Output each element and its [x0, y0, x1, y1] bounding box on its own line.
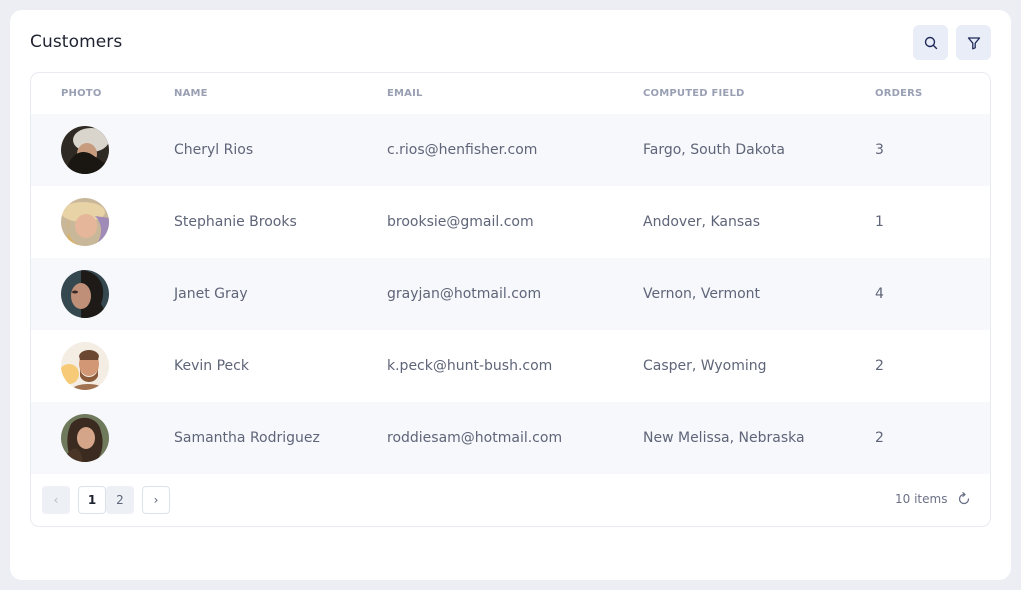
- customers-table: PHOTO NAME EMAIL COMPUTED FIELD ORDERS C…: [30, 72, 991, 527]
- customer-name: Samantha Rodriguez: [174, 430, 320, 446]
- orders-count: 2: [875, 358, 884, 374]
- customer-name: Janet Gray: [174, 286, 248, 302]
- search-icon: [924, 36, 937, 49]
- page-button-1[interactable]: 1: [78, 486, 106, 514]
- customers-card: Customers PHOTO NAME EMAIL COMPUTED FIEL…: [10, 10, 1011, 580]
- customer-name: Cheryl Rios: [174, 142, 254, 158]
- table-row[interactable]: Stephanie Brooks brooksie@gmail.com Ando…: [31, 186, 990, 258]
- computed-field: New Melissa, Nebraska: [643, 430, 805, 446]
- avatar: [61, 126, 109, 174]
- filter-icon: [967, 36, 980, 49]
- search-button[interactable]: [913, 25, 948, 60]
- refresh-icon: [958, 492, 970, 505]
- column-header-orders[interactable]: ORDERS: [875, 88, 922, 99]
- orders-count: 2: [875, 430, 884, 446]
- customer-email: grayjan@hotmail.com: [387, 286, 542, 302]
- column-header-email[interactable]: EMAIL: [387, 88, 423, 99]
- orders-count: 1: [875, 214, 884, 230]
- avatar: [61, 414, 109, 462]
- column-header-name[interactable]: NAME: [174, 88, 208, 99]
- customer-name: Stephanie Brooks: [174, 214, 297, 230]
- orders-count: 3: [875, 142, 884, 158]
- table-row[interactable]: Janet Gray grayjan@hotmail.com Vernon, V…: [31, 258, 990, 330]
- column-header-computed-field[interactable]: COMPUTED FIELD: [643, 88, 745, 99]
- refresh-button[interactable]: [956, 491, 972, 507]
- customer-name: Kevin Peck: [174, 358, 249, 374]
- page-title: Customers: [30, 32, 123, 52]
- items-count: 10 items: [895, 492, 948, 506]
- customer-email: c.rios@henfisher.com: [387, 142, 538, 158]
- prev-page-button[interactable]: ‹: [42, 486, 70, 514]
- next-page-button[interactable]: ›: [142, 486, 170, 514]
- filter-button[interactable]: [956, 25, 991, 60]
- computed-field: Vernon, Vermont: [643, 286, 761, 302]
- computed-field: Andover, Kansas: [643, 214, 761, 230]
- table-row[interactable]: Cheryl Rios c.rios@henfisher.com Fargo, …: [31, 114, 990, 186]
- computed-field: Casper, Wyoming: [643, 358, 767, 374]
- table-row[interactable]: Samantha Rodriguez roddiesam@hotmail.com…: [31, 402, 990, 474]
- column-header-photo[interactable]: PHOTO: [61, 88, 102, 99]
- orders-count: 4: [875, 286, 884, 302]
- customer-email: k.peck@hunt-bush.com: [387, 358, 553, 374]
- page-button-2[interactable]: 2: [106, 486, 134, 514]
- avatar: [61, 270, 109, 318]
- customer-email: brooksie@gmail.com: [387, 214, 534, 230]
- customer-email: roddiesam@hotmail.com: [387, 430, 563, 446]
- avatar: [61, 342, 109, 390]
- computed-field: Fargo, South Dakota: [643, 142, 785, 158]
- avatar: [61, 198, 109, 246]
- table-header: PHOTO NAME EMAIL COMPUTED FIELD ORDERS: [31, 73, 990, 114]
- table-row[interactable]: Kevin Peck k.peck@hunt-bush.com Casper, …: [31, 330, 990, 402]
